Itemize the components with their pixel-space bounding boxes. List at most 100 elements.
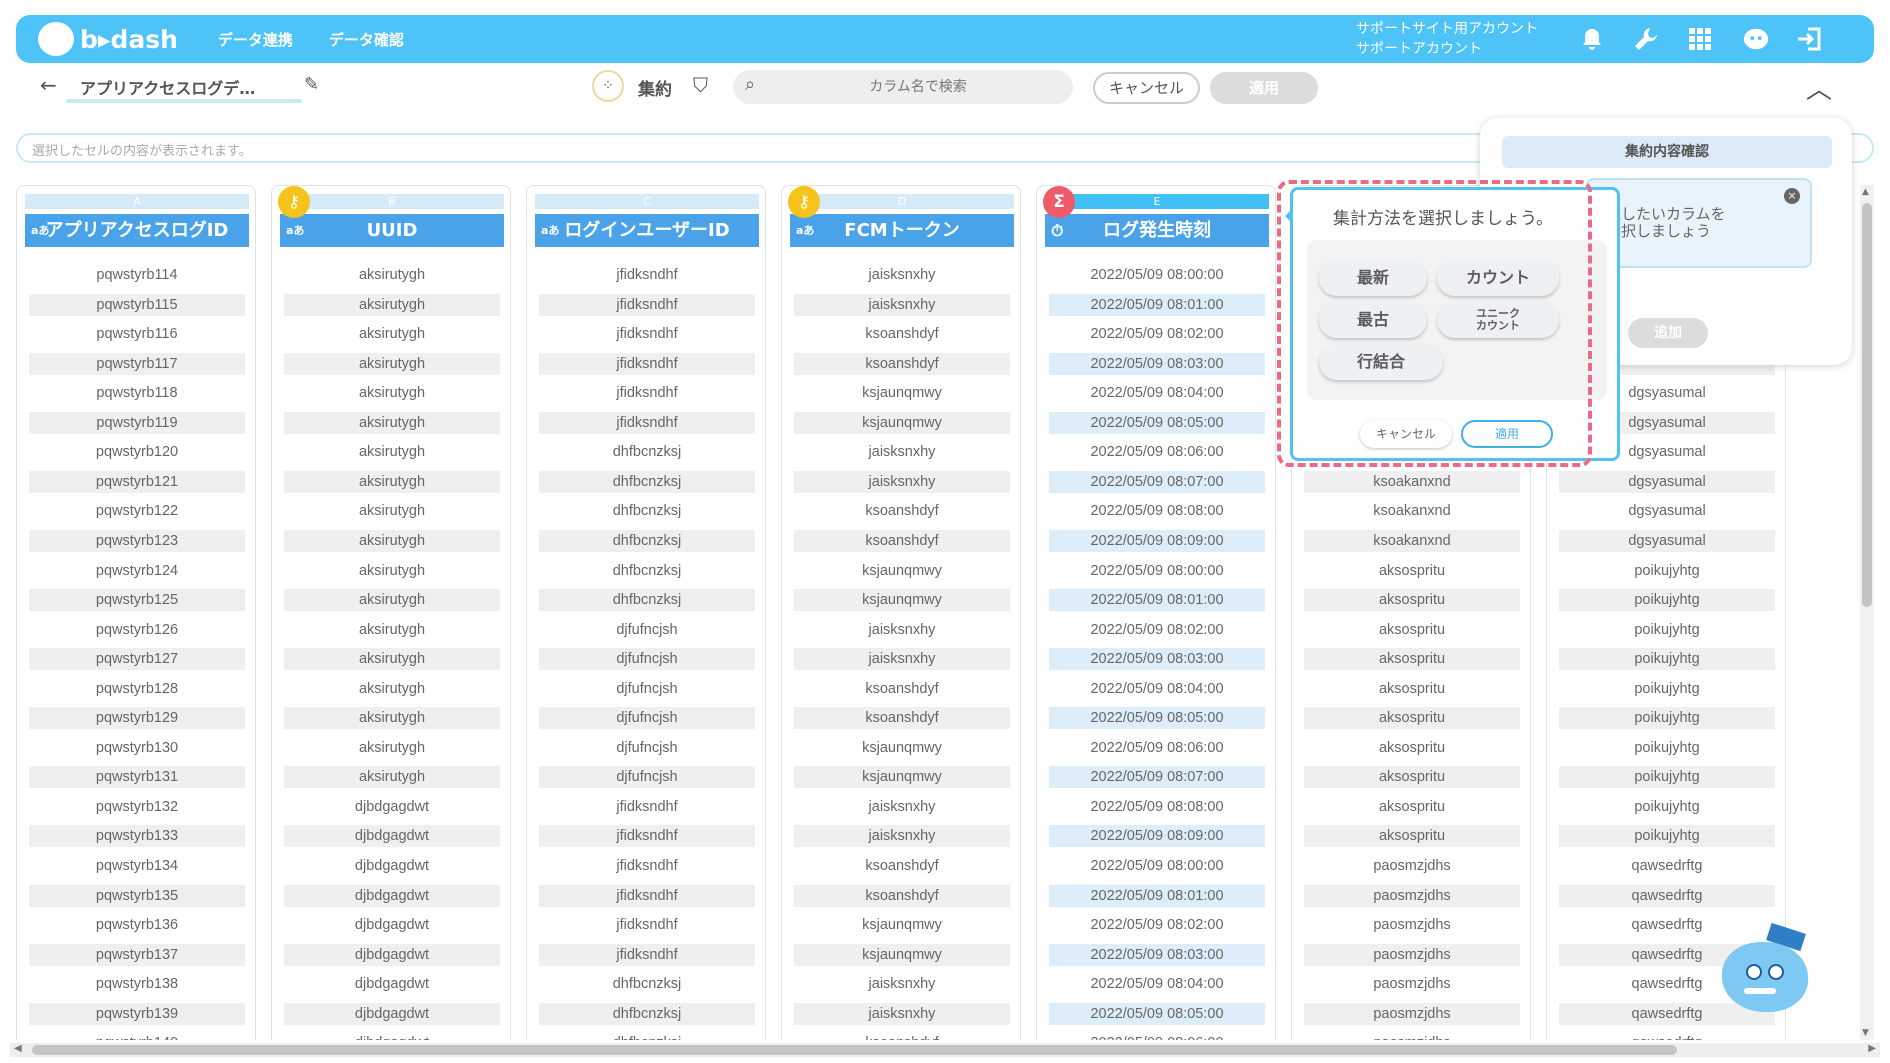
table-cell[interactable]: poikujyhtg (1559, 796, 1775, 818)
table-cell[interactable]: poikujyhtg (1559, 707, 1775, 730)
table-cell[interactable]: jfidksndhf (539, 943, 755, 966)
table-cell[interactable]: dgsyasumal (1559, 529, 1775, 552)
table-cell[interactable]: jfidksndhf (539, 352, 755, 375)
table-cell[interactable]: paosmzjdhs (1304, 943, 1520, 966)
dataset-title[interactable]: アプリアクセスログデ… (80, 75, 302, 99)
table-cell[interactable]: ksjaunqmwy (794, 589, 1010, 612)
table-cell[interactable]: aksirutygh (284, 500, 500, 522)
table-cell[interactable]: aksirutygh (284, 619, 500, 641)
aggregate-icon[interactable]: ⁘ (592, 70, 624, 102)
table-cell[interactable]: 2022/05/09 08:07:00 (1049, 766, 1265, 789)
table-cell[interactable]: dhfbcnzksj (539, 529, 755, 552)
table-cell[interactable]: ksjaunqmwy (794, 766, 1010, 789)
table-cell[interactable]: aksirutygh (284, 323, 500, 345)
column-letter[interactable]: A (25, 194, 249, 209)
table-cell[interactable]: poikujyhtg (1559, 560, 1775, 582)
table-cell[interactable]: 2022/05/09 08:04:00 (1049, 382, 1265, 404)
table-cell[interactable]: pqwstyrb130 (29, 737, 245, 759)
table-cell[interactable]: paosmzjdhs (1304, 973, 1520, 995)
table-cell[interactable]: ksjaunqmwy (794, 914, 1010, 936)
table-cell[interactable]: djfufncjsh (539, 737, 755, 759)
table-cell[interactable]: pqwstyrb135 (29, 884, 245, 907)
table-cell[interactable]: paosmzjdhs (1304, 855, 1520, 877)
table-cell[interactable]: poikujyhtg (1559, 648, 1775, 671)
table-cell[interactable]: 2022/05/09 08:00:00 (1049, 264, 1265, 286)
shield-icon[interactable]: ⛉ (693, 73, 708, 97)
table-cell[interactable]: aksospritu (1304, 619, 1520, 641)
table-cell[interactable]: ksoanshdyf (794, 529, 1010, 552)
table-cell[interactable]: 2022/05/09 08:03:00 (1049, 352, 1265, 375)
table-cell[interactable]: djbdgagdwt (284, 943, 500, 966)
table-cell[interactable]: dhfbcnzksj (539, 441, 755, 463)
table-cell[interactable]: dgsyasumal (1559, 470, 1775, 493)
table-cell[interactable]: jfidksndhf (539, 884, 755, 907)
table-cell[interactable]: dhfbcnzksj (539, 973, 755, 995)
table-cell[interactable]: aksirutygh (284, 470, 500, 493)
table-cell[interactable]: jfidksndhf (539, 914, 755, 936)
table-cell[interactable]: ksoanshdyf (794, 500, 1010, 522)
table-cell[interactable]: pqwstyrb137 (29, 943, 245, 966)
table-cell[interactable]: qawsedrftg (1559, 884, 1775, 907)
horizontal-scrollbar[interactable]: ◀ ▶ (10, 1043, 1880, 1057)
nav-data-check[interactable]: データ確認 (329, 29, 404, 50)
scroll-down-icon[interactable]: ▼ (1862, 1028, 1869, 1038)
table-cell[interactable]: pqwstyrb129 (29, 707, 245, 730)
table-cell[interactable]: jaisksnxhy (794, 619, 1010, 641)
table-cell[interactable]: djfufncjsh (539, 766, 755, 789)
table-cell[interactable]: aksospritu (1304, 766, 1520, 789)
table-cell[interactable]: pqwstyrb119 (29, 411, 245, 434)
table-cell[interactable]: pqwstyrb134 (29, 855, 245, 877)
table-cell[interactable]: poikujyhtg (1559, 619, 1775, 641)
assistant-mascot[interactable] (1716, 922, 1812, 1018)
table-cell[interactable]: djfufncjsh (539, 678, 755, 700)
table-cell[interactable]: aksospritu (1304, 678, 1520, 700)
table-cell[interactable]: ksoanshdyf (794, 323, 1010, 345)
table-cell[interactable]: aksirutygh (284, 766, 500, 789)
table-cell[interactable]: pqwstyrb114 (29, 264, 245, 286)
table-cell[interactable]: jaisksnxhy (794, 441, 1010, 463)
table-cell[interactable]: aksirutygh (284, 382, 500, 404)
table-cell[interactable]: 2022/05/09 08:03:00 (1049, 943, 1265, 966)
table-cell[interactable]: aksirutygh (284, 707, 500, 730)
table-cell[interactable]: paosmzjdhs (1304, 914, 1520, 936)
table-cell[interactable]: aksirutygh (284, 560, 500, 582)
column-header[interactable]: aあ ログインユーザーID (535, 214, 759, 247)
table-cell[interactable]: pqwstyrb132 (29, 796, 245, 818)
table-cell[interactable]: jfidksndhf (539, 293, 755, 316)
close-icon[interactable]: × (1784, 188, 1800, 204)
table-cell[interactable]: aksirutygh (284, 737, 500, 759)
table-cell[interactable]: djbdgagdwt (284, 1032, 500, 1040)
table-cell[interactable]: jfidksndhf (539, 796, 755, 818)
table-cell[interactable]: 2022/05/09 08:06:00 (1049, 441, 1265, 463)
table-cell[interactable]: 2022/05/09 08:05:00 (1049, 1002, 1265, 1025)
table-cell[interactable]: pqwstyrb118 (29, 382, 245, 404)
table-cell[interactable]: ksoanshdyf (794, 707, 1010, 730)
grid-menu-icon[interactable] (1686, 25, 1714, 53)
table-cell[interactable]: pqwstyrb125 (29, 589, 245, 612)
column-header[interactable]: aあ アプリアクセスログID (25, 214, 249, 247)
table-cell[interactable]: aksospritu (1304, 589, 1520, 612)
table-cell[interactable]: pqwstyrb136 (29, 914, 245, 936)
table-cell[interactable]: ksoakanxnd (1304, 529, 1520, 552)
table-cell[interactable]: aksirutygh (284, 264, 500, 286)
vertical-scroll-thumb[interactable] (1862, 203, 1872, 607)
wrench-icon[interactable] (1632, 25, 1660, 53)
table-cell[interactable]: jaisksnxhy (794, 264, 1010, 286)
table-cell[interactable]: jfidksndhf (539, 411, 755, 434)
column-letter[interactable]: C (535, 194, 759, 209)
table-cell[interactable]: 2022/05/09 08:01:00 (1049, 884, 1265, 907)
table-cell[interactable]: pqwstyrb120 (29, 441, 245, 463)
table-cell[interactable]: jfidksndhf (539, 825, 755, 848)
logout-icon[interactable] (1796, 25, 1824, 53)
table-cell[interactable]: 2022/05/09 08:09:00 (1049, 825, 1265, 848)
table-cell[interactable]: aksirutygh (284, 529, 500, 552)
scroll-up-icon[interactable]: ▲ (1862, 187, 1869, 197)
table-cell[interactable]: 2022/05/09 08:00:00 (1049, 855, 1265, 877)
table-cell[interactable]: djbdgagdwt (284, 914, 500, 936)
back-arrow-icon[interactable]: ← (40, 73, 57, 97)
table-cell[interactable]: pqwstyrb133 (29, 825, 245, 848)
table-cell[interactable]: jfidksndhf (539, 382, 755, 404)
table-cell[interactable]: qawsedrftg (1559, 1032, 1775, 1040)
table-cell[interactable]: jaisksnxhy (794, 648, 1010, 671)
chevron-up-icon[interactable]: ︿ (1806, 69, 1832, 106)
